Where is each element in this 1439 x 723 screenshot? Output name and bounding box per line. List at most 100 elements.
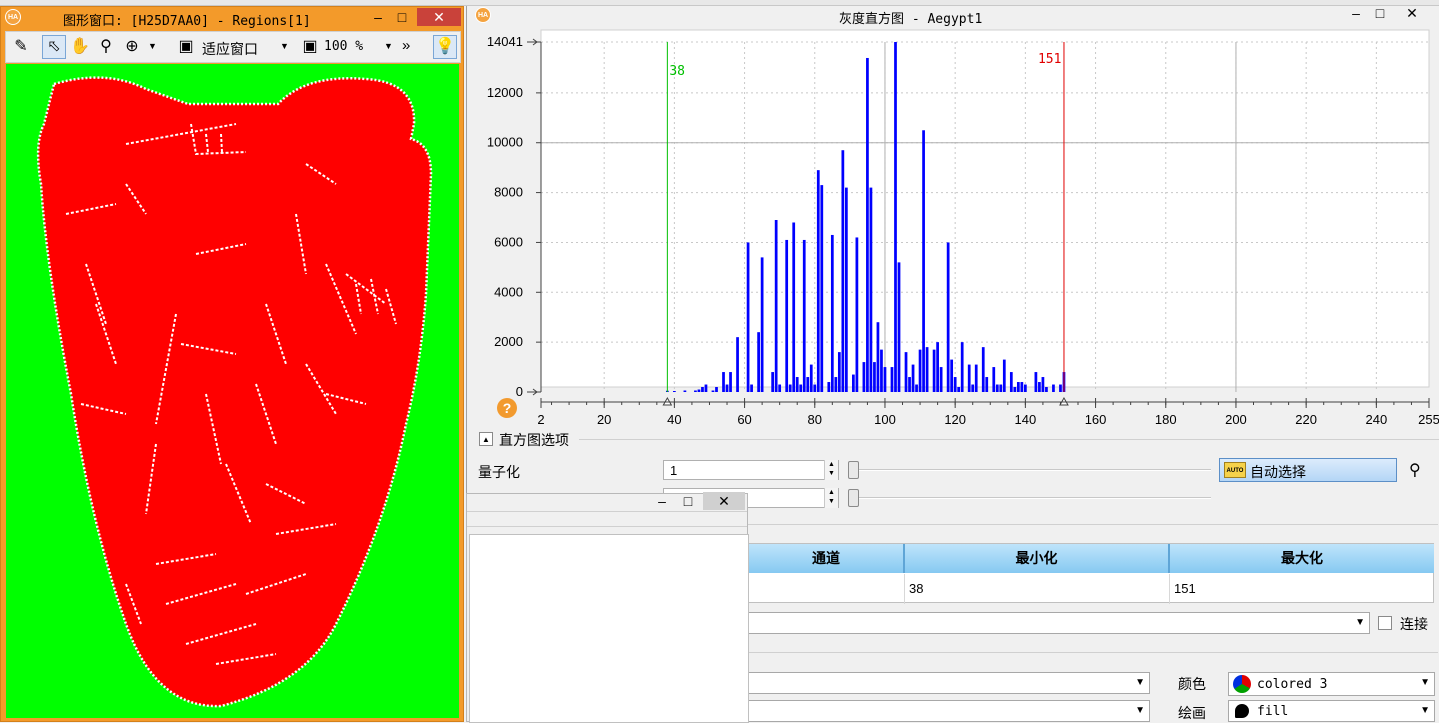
maximize-icon[interactable]: □ xyxy=(391,8,413,26)
histogram-bar xyxy=(911,364,915,392)
histogram-bar xyxy=(757,332,760,392)
table-header-min[interactable]: 最小化 xyxy=(905,544,1170,573)
histogram-chart[interactable]: 38 151 0 2000 4000 6000 8000 10000 12000 14041 2… xyxy=(467,24,1439,429)
x-tick-label: 20 xyxy=(597,412,611,427)
close-icon[interactable]: ✕ xyxy=(1401,4,1423,22)
chevron-down-icon[interactable]: ▼ xyxy=(1355,617,1365,628)
minimize-icon[interactable]: – xyxy=(367,8,389,26)
quantize-value: 1 xyxy=(670,463,678,478)
histogram-bar xyxy=(992,367,996,392)
histogram-bar xyxy=(985,377,989,392)
histogram-bar xyxy=(908,377,911,392)
histogram-window-titlebar[interactable]: HA 灰度直方图 - Aegypt1 – □ ✕ xyxy=(467,4,1439,27)
second-slider-thumb[interactable] xyxy=(848,489,859,507)
fit-window-label[interactable]: 适应窗口 xyxy=(202,39,258,59)
pointer-icon[interactable]: ⬁ xyxy=(42,35,66,59)
histogram-bar xyxy=(816,170,820,392)
zoom-percent-chevron-icon[interactable]: ▼ xyxy=(384,41,393,51)
histogram-bar xyxy=(834,377,838,392)
color-combo[interactable]: colored 3 ▼ xyxy=(1228,672,1435,696)
sub-window-titlebar[interactable]: – □ ✕ xyxy=(467,492,747,512)
histogram-bar xyxy=(1023,384,1027,392)
y-axis: 0 2000 4000 6000 8000 10000 12000 14041 xyxy=(487,34,542,399)
fit-dropdown-chevron-icon[interactable]: ▼ xyxy=(280,41,289,51)
table-cell-min[interactable]: 38 xyxy=(905,574,1170,604)
y-tick-label: 4000 xyxy=(494,284,523,299)
histogram-bar xyxy=(866,57,869,392)
histogram-window: HA 灰度直方图 - Aegypt1 – □ ✕ 38 151 0 2000 4000… xyxy=(466,4,1439,508)
second-stepper-icon[interactable]: ▲ ▼ xyxy=(824,488,838,508)
chevron-down-icon[interactable]: ▼ xyxy=(1420,705,1430,716)
histogram-bar xyxy=(1059,384,1062,392)
histogram-bar xyxy=(673,391,676,392)
chevron-down-icon[interactable]: ▼ xyxy=(1135,677,1145,688)
histogram-bar xyxy=(971,384,975,392)
histogram-bar xyxy=(950,359,954,392)
zoom-in-icon[interactable]: ⊕ xyxy=(120,35,144,59)
panel-divider xyxy=(748,524,1438,525)
image-canvas[interactable] xyxy=(6,64,459,718)
quantize-slider-track[interactable] xyxy=(849,469,1211,471)
settings-lookup-icon[interactable]: ⚲ xyxy=(1409,460,1421,480)
quantize-input[interactable]: 1 ▲ ▼ xyxy=(663,460,839,480)
zoom-percent-icon[interactable]: ▣ xyxy=(298,35,322,59)
auto-select-label: 自动选择 xyxy=(1250,464,1306,480)
histogram-bar xyxy=(750,384,753,392)
histogram-bar xyxy=(1052,384,1055,392)
connect-label: 连接 xyxy=(1400,616,1428,632)
magnifier-icon[interactable]: ⚲ xyxy=(94,35,118,59)
chevron-down-icon[interactable]: ▼ xyxy=(1135,705,1145,716)
auto-select-button[interactable]: AUTO 自动选择 xyxy=(1219,458,1397,482)
draw-combo[interactable]: fill ▼ xyxy=(1228,700,1435,722)
x-axis: 2 20 40 60 80 100 120 140 160 180 200 220 240 255 xyxy=(537,398,1439,427)
histogram-bar xyxy=(844,187,848,392)
histogram-bar xyxy=(967,364,971,392)
color-value: colored 3 xyxy=(1257,677,1328,692)
histogram-bar xyxy=(981,347,985,392)
quantize-stepper-icon[interactable]: ▲ ▼ xyxy=(824,460,838,480)
histogram-bar xyxy=(711,390,715,392)
fit-window-icon[interactable]: ▣ xyxy=(174,35,198,59)
threshold-table: 通道 最小化 最大化 38 151 xyxy=(748,543,1434,604)
section-divider xyxy=(579,439,1439,440)
left-combo-2[interactable]: ▼ xyxy=(748,700,1150,722)
table-header-max[interactable]: 最大化 xyxy=(1170,544,1434,573)
minimize-icon[interactable]: – xyxy=(651,492,673,510)
histogram-bar xyxy=(827,382,831,392)
channel-combo[interactable]: ▼ xyxy=(748,612,1370,634)
graphics-toolbar: ✎ ⬁ ✋ ⚲ ⊕ ▼ ▣ 适应窗口 ▼ ▣ 100 % ▼ » 💡 xyxy=(5,31,461,63)
histogram-bar xyxy=(1016,382,1020,392)
second-slider-track[interactable] xyxy=(849,497,1211,499)
options-section-label: 直方图选项 xyxy=(499,432,569,448)
collapse-chevron-icon[interactable]: ▲ xyxy=(479,432,493,446)
histogram-bar xyxy=(837,352,841,392)
hand-pan-icon[interactable]: ✋ xyxy=(68,35,92,59)
edit-draw-icon[interactable]: ✎ xyxy=(9,35,33,59)
y-tick-label: 12000 xyxy=(487,85,523,100)
table-cell-channel[interactable] xyxy=(749,574,905,604)
zoom-percent-label[interactable]: 100 % xyxy=(324,39,363,54)
chevron-down-icon[interactable]: ▼ xyxy=(1420,677,1430,688)
table-header-channel[interactable]: 通道 xyxy=(749,544,905,573)
graphics-window-titlebar[interactable]: HA 图形窗口: [H25D7AA0] - Regions[1] – □ ✕ xyxy=(1,7,463,29)
maximize-icon[interactable]: □ xyxy=(1369,4,1391,22)
histogram-bar xyxy=(1041,377,1045,392)
histogram-bar xyxy=(1045,387,1048,392)
histogram-bar xyxy=(722,372,725,392)
connect-checkbox[interactable] xyxy=(1378,616,1392,630)
toolbar-overflow-icon[interactable]: » xyxy=(402,37,410,54)
zoom-dropdown-chevron-icon[interactable]: ▼ xyxy=(148,41,157,51)
close-icon[interactable]: ✕ xyxy=(703,492,745,510)
close-icon[interactable]: ✕ xyxy=(417,8,461,26)
histogram-bar xyxy=(774,220,778,392)
histogram-bar xyxy=(715,387,718,392)
quantize-slider-thumb[interactable] xyxy=(848,461,859,479)
minimize-icon[interactable]: – xyxy=(1345,4,1367,22)
left-combo-1[interactable]: ▼ xyxy=(748,672,1150,694)
maximize-icon[interactable]: □ xyxy=(677,492,699,510)
help-icon[interactable]: ? xyxy=(497,398,517,418)
histogram-bar xyxy=(729,372,732,392)
table-cell-max[interactable]: 151 xyxy=(1170,574,1434,604)
histogram-bar xyxy=(1013,387,1017,392)
lightbulb-icon[interactable]: 💡 xyxy=(433,35,457,59)
